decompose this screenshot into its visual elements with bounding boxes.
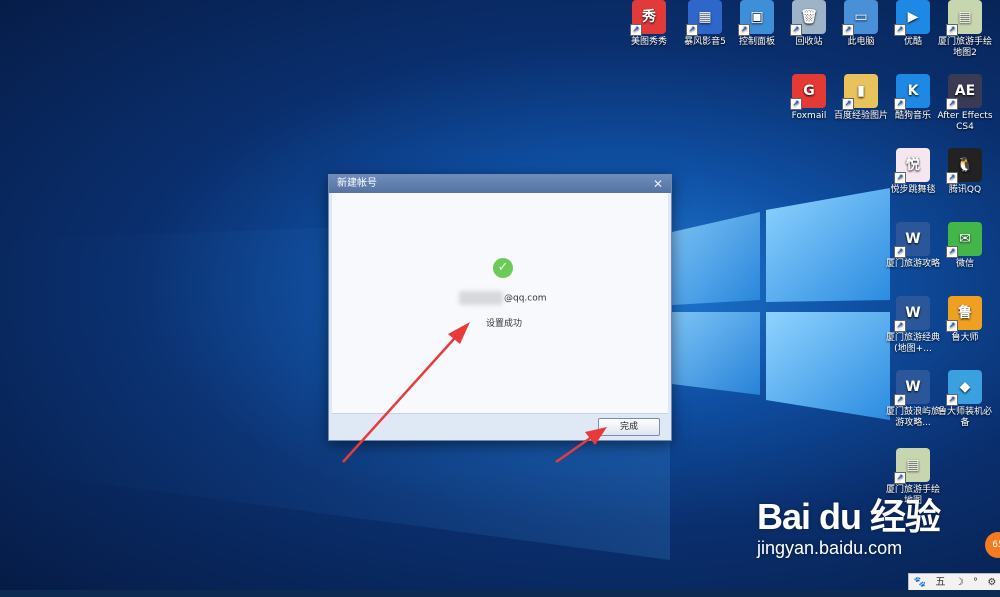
ime-toolbar-item-3[interactable]: °	[973, 574, 978, 591]
ime-toolbar-item-0[interactable]: 🐾	[914, 574, 926, 591]
ime-toolbar-item-4[interactable]: ⚙	[987, 574, 996, 591]
ime-toolbar-item-1[interactable]: 五	[935, 574, 945, 591]
watermark-logo: Bai du 经验	[757, 496, 941, 537]
watermark-url: jingyan.baidu.com	[757, 538, 903, 558]
baidu-watermark: Bai du 经验 jingyan.baidu.com	[757, 488, 941, 559]
taskbar[interactable]	[0, 590, 1000, 597]
ime-toolbar-item-2[interactable]: ☽	[955, 574, 964, 591]
